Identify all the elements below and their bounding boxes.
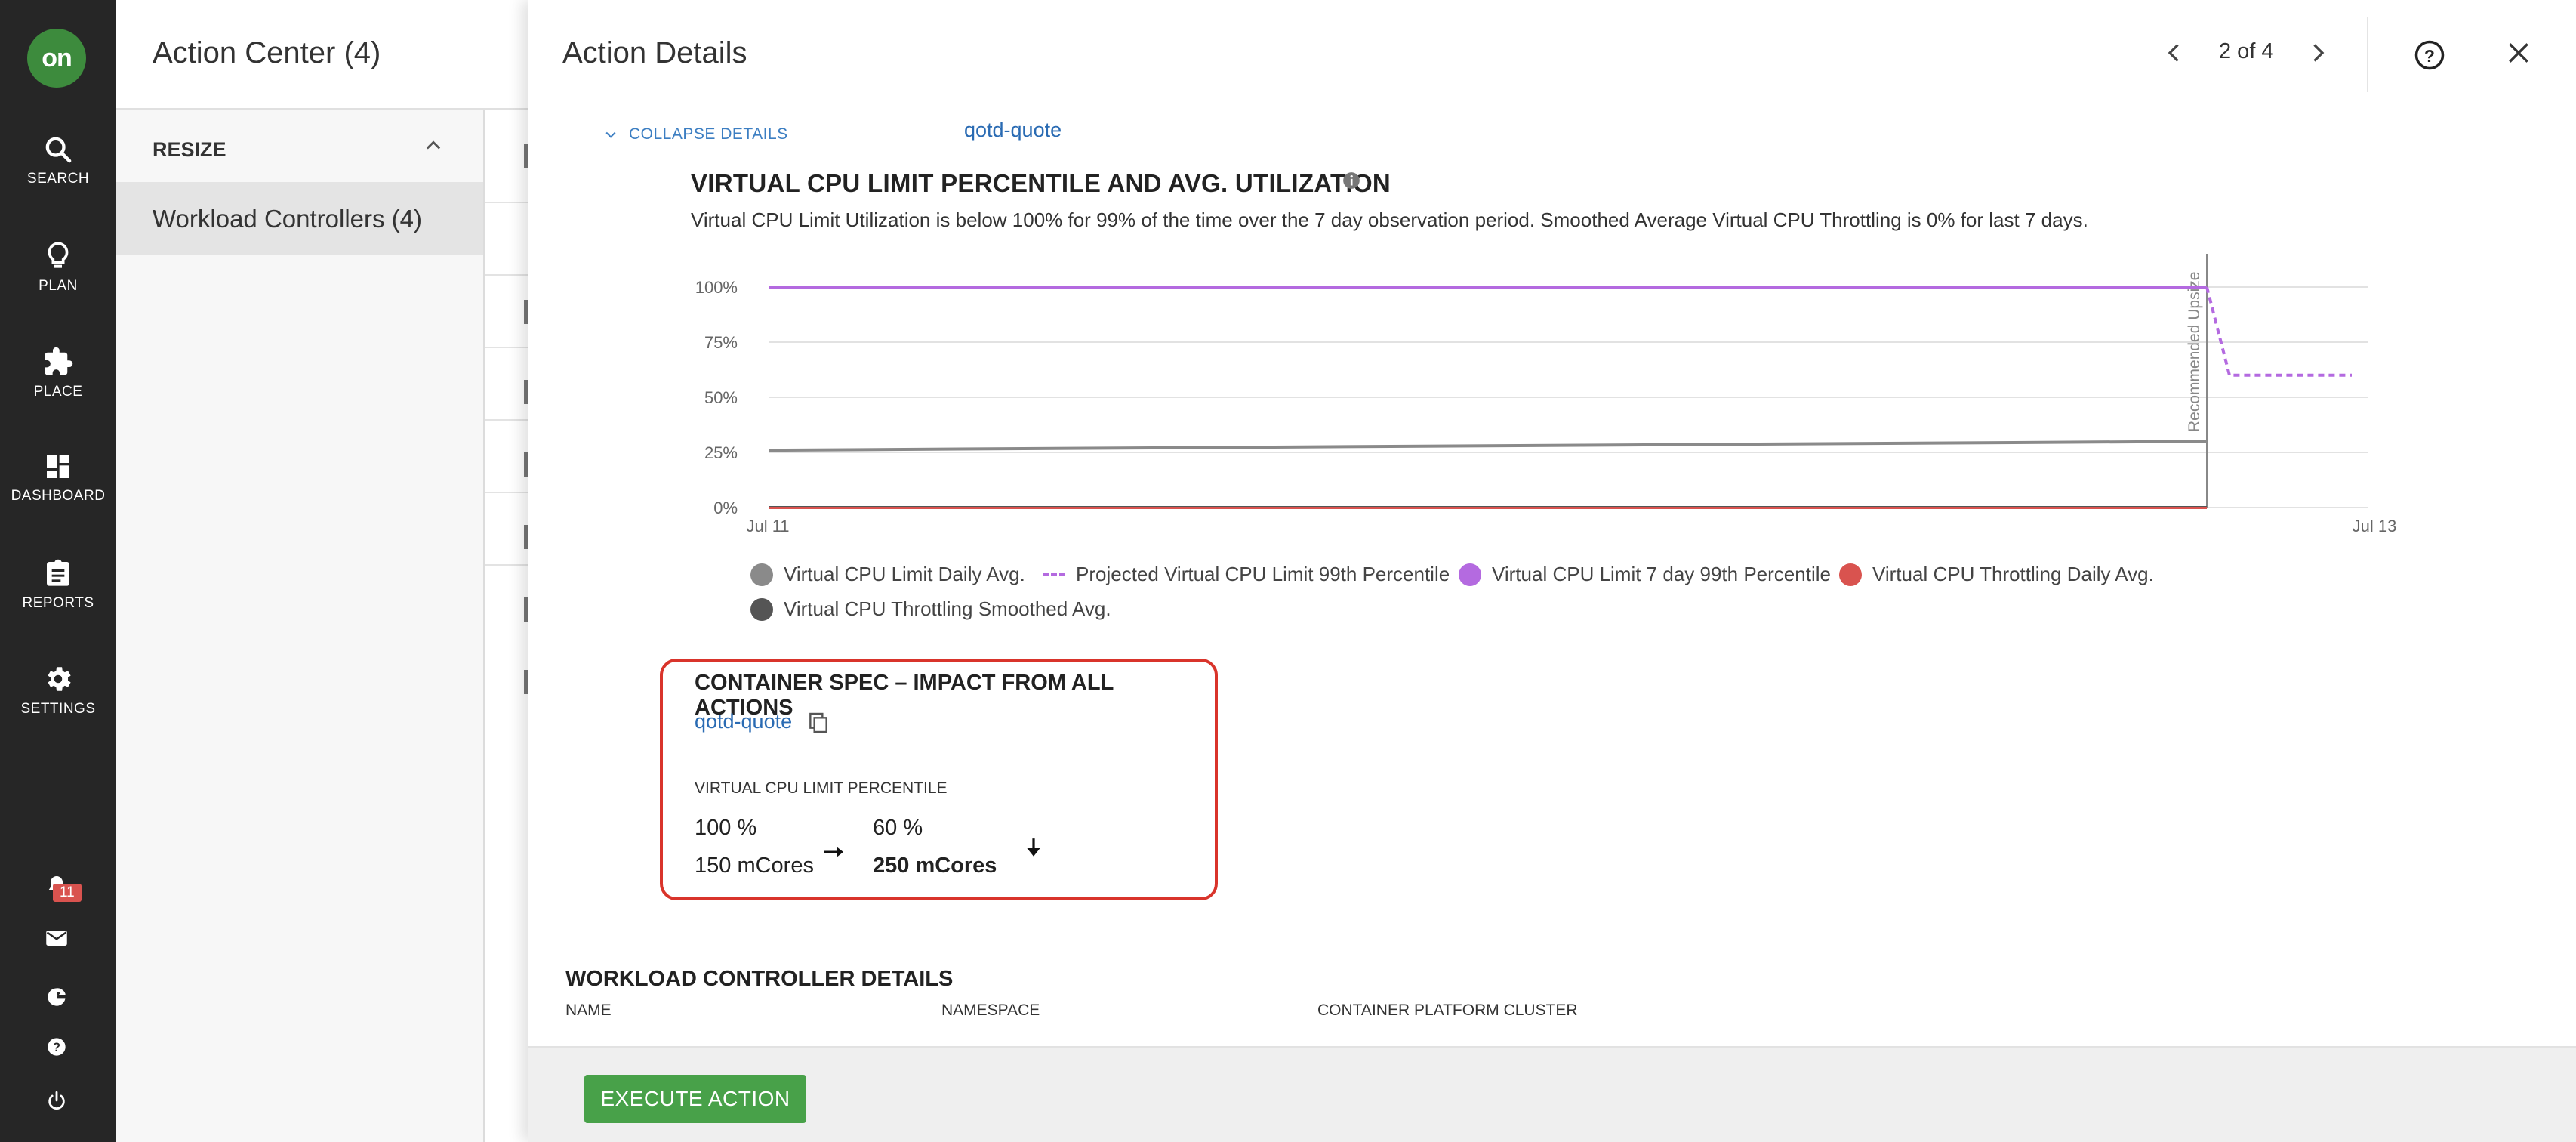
dashboard-icon xyxy=(47,455,69,478)
legend-label: Projected Virtual CPU Limit 99th Percent… xyxy=(1076,563,1450,585)
to-percent: 60 % xyxy=(873,816,923,840)
help-icon: ? xyxy=(48,1038,66,1056)
nav-plan[interactable]: PLAN xyxy=(0,240,116,295)
execute-action-button[interactable]: EXECUTE ACTION xyxy=(584,1075,806,1123)
chevron-up-icon[interactable] xyxy=(423,135,444,156)
utilization-chart: 100% 75% 50% 25% 0% Jul 11 Jul 13 Recommended U… xyxy=(695,254,2397,536)
x-tick-label: Jul 11 xyxy=(746,517,789,536)
power-button[interactable] xyxy=(42,1086,72,1116)
action-list xyxy=(485,110,530,1142)
legend-label: Virtual CPU Throttling Daily Avg. xyxy=(1872,563,2154,585)
nav-settings[interactable]: SETTINGS xyxy=(0,663,116,718)
left-nav: on SEARCH PLAN PLACE DASHBOARD REPORTS S… xyxy=(0,0,116,1142)
series-line-projected-limit xyxy=(2205,286,2352,377)
y-tick-label: 0% xyxy=(713,498,738,517)
legend-swatch xyxy=(1459,563,1481,586)
nav-dashboard[interactable]: DASHBOARD xyxy=(0,452,116,505)
resize-group-label: RESIZE xyxy=(153,138,226,161)
help-nav-button[interactable]: ? xyxy=(42,1032,72,1062)
nav-place[interactable]: PLACE xyxy=(0,346,116,400)
container-spec-box: CONTAINER SPEC – IMPACT FROM ALL ACTIONS… xyxy=(660,659,1218,900)
legend-label: Virtual CPU Limit 7 day 99th Percentile xyxy=(1492,563,1831,585)
arrow-down-icon xyxy=(1027,838,1040,857)
legend-item[interactable]: Projected Virtual CPU Limit 99th Percent… xyxy=(1043,563,1450,586)
mail-icon xyxy=(46,931,67,946)
metric-label: VIRTUAL CPU LIMIT PERCENTILE xyxy=(695,779,948,797)
to-value: 250 mCores xyxy=(873,853,997,878)
clipboard-icon xyxy=(47,559,69,586)
resize-group-header[interactable]: RESIZE xyxy=(116,110,483,182)
logo[interactable]: on xyxy=(27,29,86,88)
y-tick-label: 100% xyxy=(695,278,738,297)
legend-swatch xyxy=(750,563,773,586)
legend-swatch xyxy=(1839,563,1862,586)
legend-swatch xyxy=(1043,573,1065,576)
legend-swatch xyxy=(750,597,773,621)
notification-badge: 11 xyxy=(53,884,82,902)
legend-item[interactable]: Virtual CPU Limit Daily Avg. xyxy=(750,563,1025,586)
nav-place-label: PLACE xyxy=(33,384,83,400)
gear-icon xyxy=(48,667,71,691)
x-tick-label: Jul 13 xyxy=(2353,517,2397,536)
puzzle-icon xyxy=(45,347,73,375)
legend-label: Virtual CPU Limit Daily Avg. xyxy=(784,563,1025,585)
legend-item[interactable]: Virtual CPU Throttling Daily Avg. xyxy=(1839,563,2154,586)
nav-reports-label: REPORTS xyxy=(22,595,94,611)
from-percent: 100 % xyxy=(695,816,757,840)
container-link[interactable]: qotd-quote xyxy=(695,710,792,733)
search-icon xyxy=(45,137,72,163)
series-line-limit-daily-avg xyxy=(769,440,2208,452)
sidebar-item-workload-controllers[interactable]: Workload Controllers (4) xyxy=(116,182,483,255)
legend-item[interactable]: Virtual CPU Throttling Smoothed Avg. xyxy=(750,597,1111,621)
lightbulb-icon xyxy=(48,242,69,268)
action-center-sidebar: RESIZE Workload Controllers (4) xyxy=(116,110,485,1142)
y-tick-label: 25% xyxy=(704,443,738,462)
nav-plan-label: PLAN xyxy=(39,278,78,294)
legend-label: Virtual CPU Throttling Smoothed Avg. xyxy=(784,597,1111,620)
power-icon xyxy=(48,1091,65,1110)
copy-icon[interactable] xyxy=(806,710,830,736)
google-icon xyxy=(48,988,66,1006)
nav-dashboard-label: DASHBOARD xyxy=(11,488,106,504)
recommendation-label: Recommended Upsize xyxy=(2186,272,2203,432)
legend-item[interactable]: Virtual CPU Limit 7 day 99th Percentile xyxy=(1459,563,1831,586)
from-value: 150 mCores xyxy=(695,853,814,878)
nav-settings-label: SETTINGS xyxy=(20,701,96,717)
nav-search[interactable]: SEARCH xyxy=(0,134,116,187)
action-center-title: Action Center (4) xyxy=(153,36,381,69)
y-tick-label: 75% xyxy=(704,333,738,352)
y-tick-label: 50% xyxy=(704,388,738,407)
nav-search-label: SEARCH xyxy=(26,171,90,187)
arrow-right-icon xyxy=(824,847,843,857)
column-name: NAME xyxy=(565,1002,612,1019)
svg-text:?: ? xyxy=(53,1041,60,1054)
sidebar-item-label: Workload Controllers (4) xyxy=(153,205,423,233)
action-details-panel: Action Details 2 of 4 ? COLLAPSE DETAILS… xyxy=(528,0,2576,1142)
panel-footer: EXECUTE ACTION xyxy=(528,1046,2576,1142)
workload-details-title: WORKLOAD CONTROLLER DETAILS xyxy=(565,967,954,991)
nav-reports[interactable]: REPORTS xyxy=(0,557,116,612)
column-namespace: NAMESPACE xyxy=(941,1002,1040,1019)
mail-button[interactable] xyxy=(42,923,72,953)
google-button[interactable] xyxy=(42,982,72,1012)
column-cluster: CONTAINER PLATFORM CLUSTER xyxy=(1317,1002,1578,1019)
